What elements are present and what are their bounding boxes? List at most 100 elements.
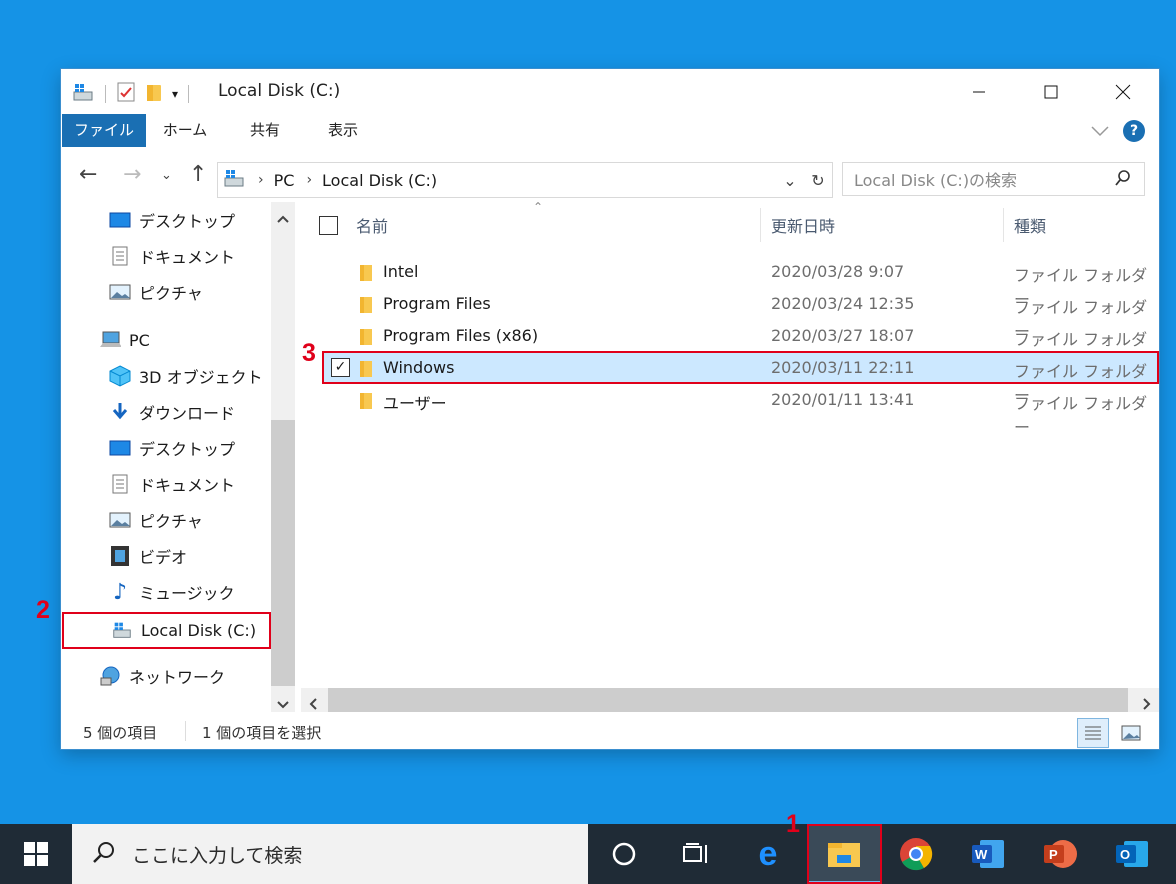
scroll-down-icon[interactable] xyxy=(277,694,289,713)
table-row[interactable]: Program Files 2020/03/24 12:35 ファイル フォルダ… xyxy=(323,288,1159,341)
desktop-icon xyxy=(109,210,131,230)
video-icon xyxy=(109,546,131,566)
tab-file[interactable]: ファイル xyxy=(62,114,146,147)
tab-view[interactable]: 表示 xyxy=(317,114,369,147)
powerpoint-button[interactable]: P xyxy=(1024,824,1096,884)
minimize-button[interactable] xyxy=(943,69,1015,114)
cortana-button[interactable] xyxy=(588,824,660,884)
taskbar-search-box[interactable]: ここに入力して検索 xyxy=(72,824,588,884)
tab-share[interactable]: 共有 xyxy=(239,114,291,147)
outlook-icon: O xyxy=(1116,841,1148,867)
search-icon[interactable] xyxy=(1114,169,1132,191)
expand-ribbon-icon[interactable] xyxy=(1091,122,1109,141)
recent-locations-icon[interactable]: ⌄ xyxy=(161,168,172,183)
file-list: ⌃ 名前 更新日時 種類 Intel 2020/03/28 9:07 ファイル … xyxy=(301,200,1159,689)
selected-count: 1 個の項目を選択 xyxy=(202,724,322,742)
document-icon xyxy=(109,246,131,266)
word-icon: W xyxy=(972,840,1004,868)
select-all-checkbox[interactable] xyxy=(319,215,338,235)
chrome-button[interactable] xyxy=(880,824,952,884)
back-arrow-icon[interactable]: ← xyxy=(79,162,97,187)
column-header-name[interactable]: 名前 xyxy=(319,202,388,248)
picture-icon xyxy=(109,282,131,302)
outlook-button[interactable]: O xyxy=(1096,824,1168,884)
sidebar-item-desktop[interactable]: デスクトップ xyxy=(109,434,235,462)
large-icons-view-button[interactable] xyxy=(1115,718,1147,748)
file-date: 2020/03/28 9:07 xyxy=(771,262,905,281)
word-button[interactable]: W xyxy=(952,824,1024,884)
tab-home[interactable]: ホーム xyxy=(157,114,213,147)
picture-icon xyxy=(109,510,131,530)
network-icon xyxy=(99,666,121,686)
task-view-button[interactable] xyxy=(660,824,732,884)
column-header-type[interactable]: 種類 xyxy=(1014,202,1046,248)
sidebar-item-label: ピクチャ xyxy=(139,512,203,531)
drive-icon xyxy=(71,81,95,107)
sidebar-item-network[interactable]: ネットワーク xyxy=(99,662,225,690)
customize-dropdown-icon[interactable]: ▾ xyxy=(172,87,178,101)
start-button[interactable] xyxy=(0,824,72,884)
scroll-left-icon[interactable] xyxy=(309,695,317,714)
sidebar-item-3d-objects[interactable]: 3D オブジェクト xyxy=(109,362,263,390)
svg-text:W: W xyxy=(975,847,988,862)
3d-objects-icon xyxy=(109,365,131,387)
file-date: 2020/03/27 18:07 xyxy=(771,326,915,345)
sidebar-item-desktop[interactable]: デスクトップ xyxy=(109,206,235,234)
sidebar-item-downloads[interactable]: ダウンロード xyxy=(109,398,235,426)
window-title: Local Disk (C:) xyxy=(218,81,341,101)
highlight-box-windows-row xyxy=(322,351,1159,384)
address-dropdown-icon[interactable]: ⌄ xyxy=(776,171,804,190)
file-name: Intel xyxy=(383,262,419,281)
chrome-icon xyxy=(900,838,933,871)
sidebar-item-documents[interactable]: ドキュメント xyxy=(109,470,235,498)
file-date: 2020/03/24 12:35 xyxy=(771,294,915,313)
sidebar-scrollbar[interactable] xyxy=(271,202,295,712)
sidebar-scroll-thumb[interactable] xyxy=(271,420,295,686)
sidebar-item-label: ドキュメント xyxy=(139,476,236,495)
column-header-date[interactable]: 更新日時 xyxy=(771,202,835,248)
folder-icon xyxy=(359,328,373,350)
pc-icon xyxy=(99,330,121,350)
sidebar-item-videos[interactable]: ビデオ xyxy=(109,542,187,570)
sidebar-item-label: ピクチャ xyxy=(139,284,203,303)
svg-text:P: P xyxy=(1049,847,1058,862)
file-name: Program Files xyxy=(383,294,491,313)
table-row[interactable]: Program Files (x86) 2020/03/27 18:07 ファイ… xyxy=(323,320,1159,373)
sidebar-item-music[interactable]: ♪ ミュージック xyxy=(109,578,235,606)
table-row[interactable]: ユーザー 2020/01/11 13:41 ファイル フォルダー xyxy=(323,384,1159,437)
scroll-up-icon[interactable] xyxy=(277,208,289,227)
properties-icon[interactable] xyxy=(116,81,136,107)
scroll-right-icon[interactable] xyxy=(1143,695,1151,714)
up-arrow-icon[interactable]: ↑ xyxy=(189,162,207,187)
search-placeholder: Local Disk (C:)の検索 xyxy=(854,171,1018,190)
document-icon xyxy=(109,474,131,494)
sidebar-item-pc[interactable]: PC xyxy=(99,326,150,354)
forward-arrow-icon[interactable]: → xyxy=(123,162,141,187)
breadcrumb-pc[interactable]: PC xyxy=(274,171,295,190)
download-icon xyxy=(109,402,131,422)
new-folder-icon[interactable] xyxy=(144,81,164,107)
refresh-icon[interactable]: ↻ xyxy=(804,171,832,190)
help-button[interactable]: ? xyxy=(1123,120,1145,142)
details-view-button[interactable] xyxy=(1077,718,1109,748)
powerpoint-icon: P xyxy=(1044,840,1077,868)
sidebar-item-pictures[interactable]: ピクチャ xyxy=(109,278,203,306)
search-input[interactable]: Local Disk (C:)の検索 xyxy=(842,162,1145,196)
breadcrumb-local-disk[interactable]: Local Disk (C:) xyxy=(322,171,437,190)
sidebar-item-pictures[interactable]: ピクチャ xyxy=(109,506,203,534)
sidebar-item-label: ミュージック xyxy=(139,584,235,603)
file-name: Program Files (x86) xyxy=(383,326,539,345)
column-name-label: 名前 xyxy=(356,217,389,236)
close-button[interactable] xyxy=(1087,69,1159,114)
chevron-right-icon: › xyxy=(306,172,313,188)
horizontal-scrollbar[interactable] xyxy=(301,688,1159,712)
svg-text:O: O xyxy=(1120,847,1130,862)
sidebar-item-documents[interactable]: ドキュメント xyxy=(109,242,235,270)
sidebar-item-label: ダウンロード xyxy=(139,404,236,423)
table-row[interactable]: Intel 2020/03/28 9:07 ファイル フォルダー xyxy=(323,256,1159,309)
address-bar[interactable]: › PC › Local Disk (C:) ⌄ ↻ xyxy=(217,162,833,198)
horizontal-scroll-thumb[interactable] xyxy=(328,688,1128,712)
status-bar: 5 個の項目 1 個の項目を選択 xyxy=(61,717,1159,749)
maximize-button[interactable] xyxy=(1015,69,1087,114)
file-type: ファイル フォルダー xyxy=(1014,394,1148,437)
